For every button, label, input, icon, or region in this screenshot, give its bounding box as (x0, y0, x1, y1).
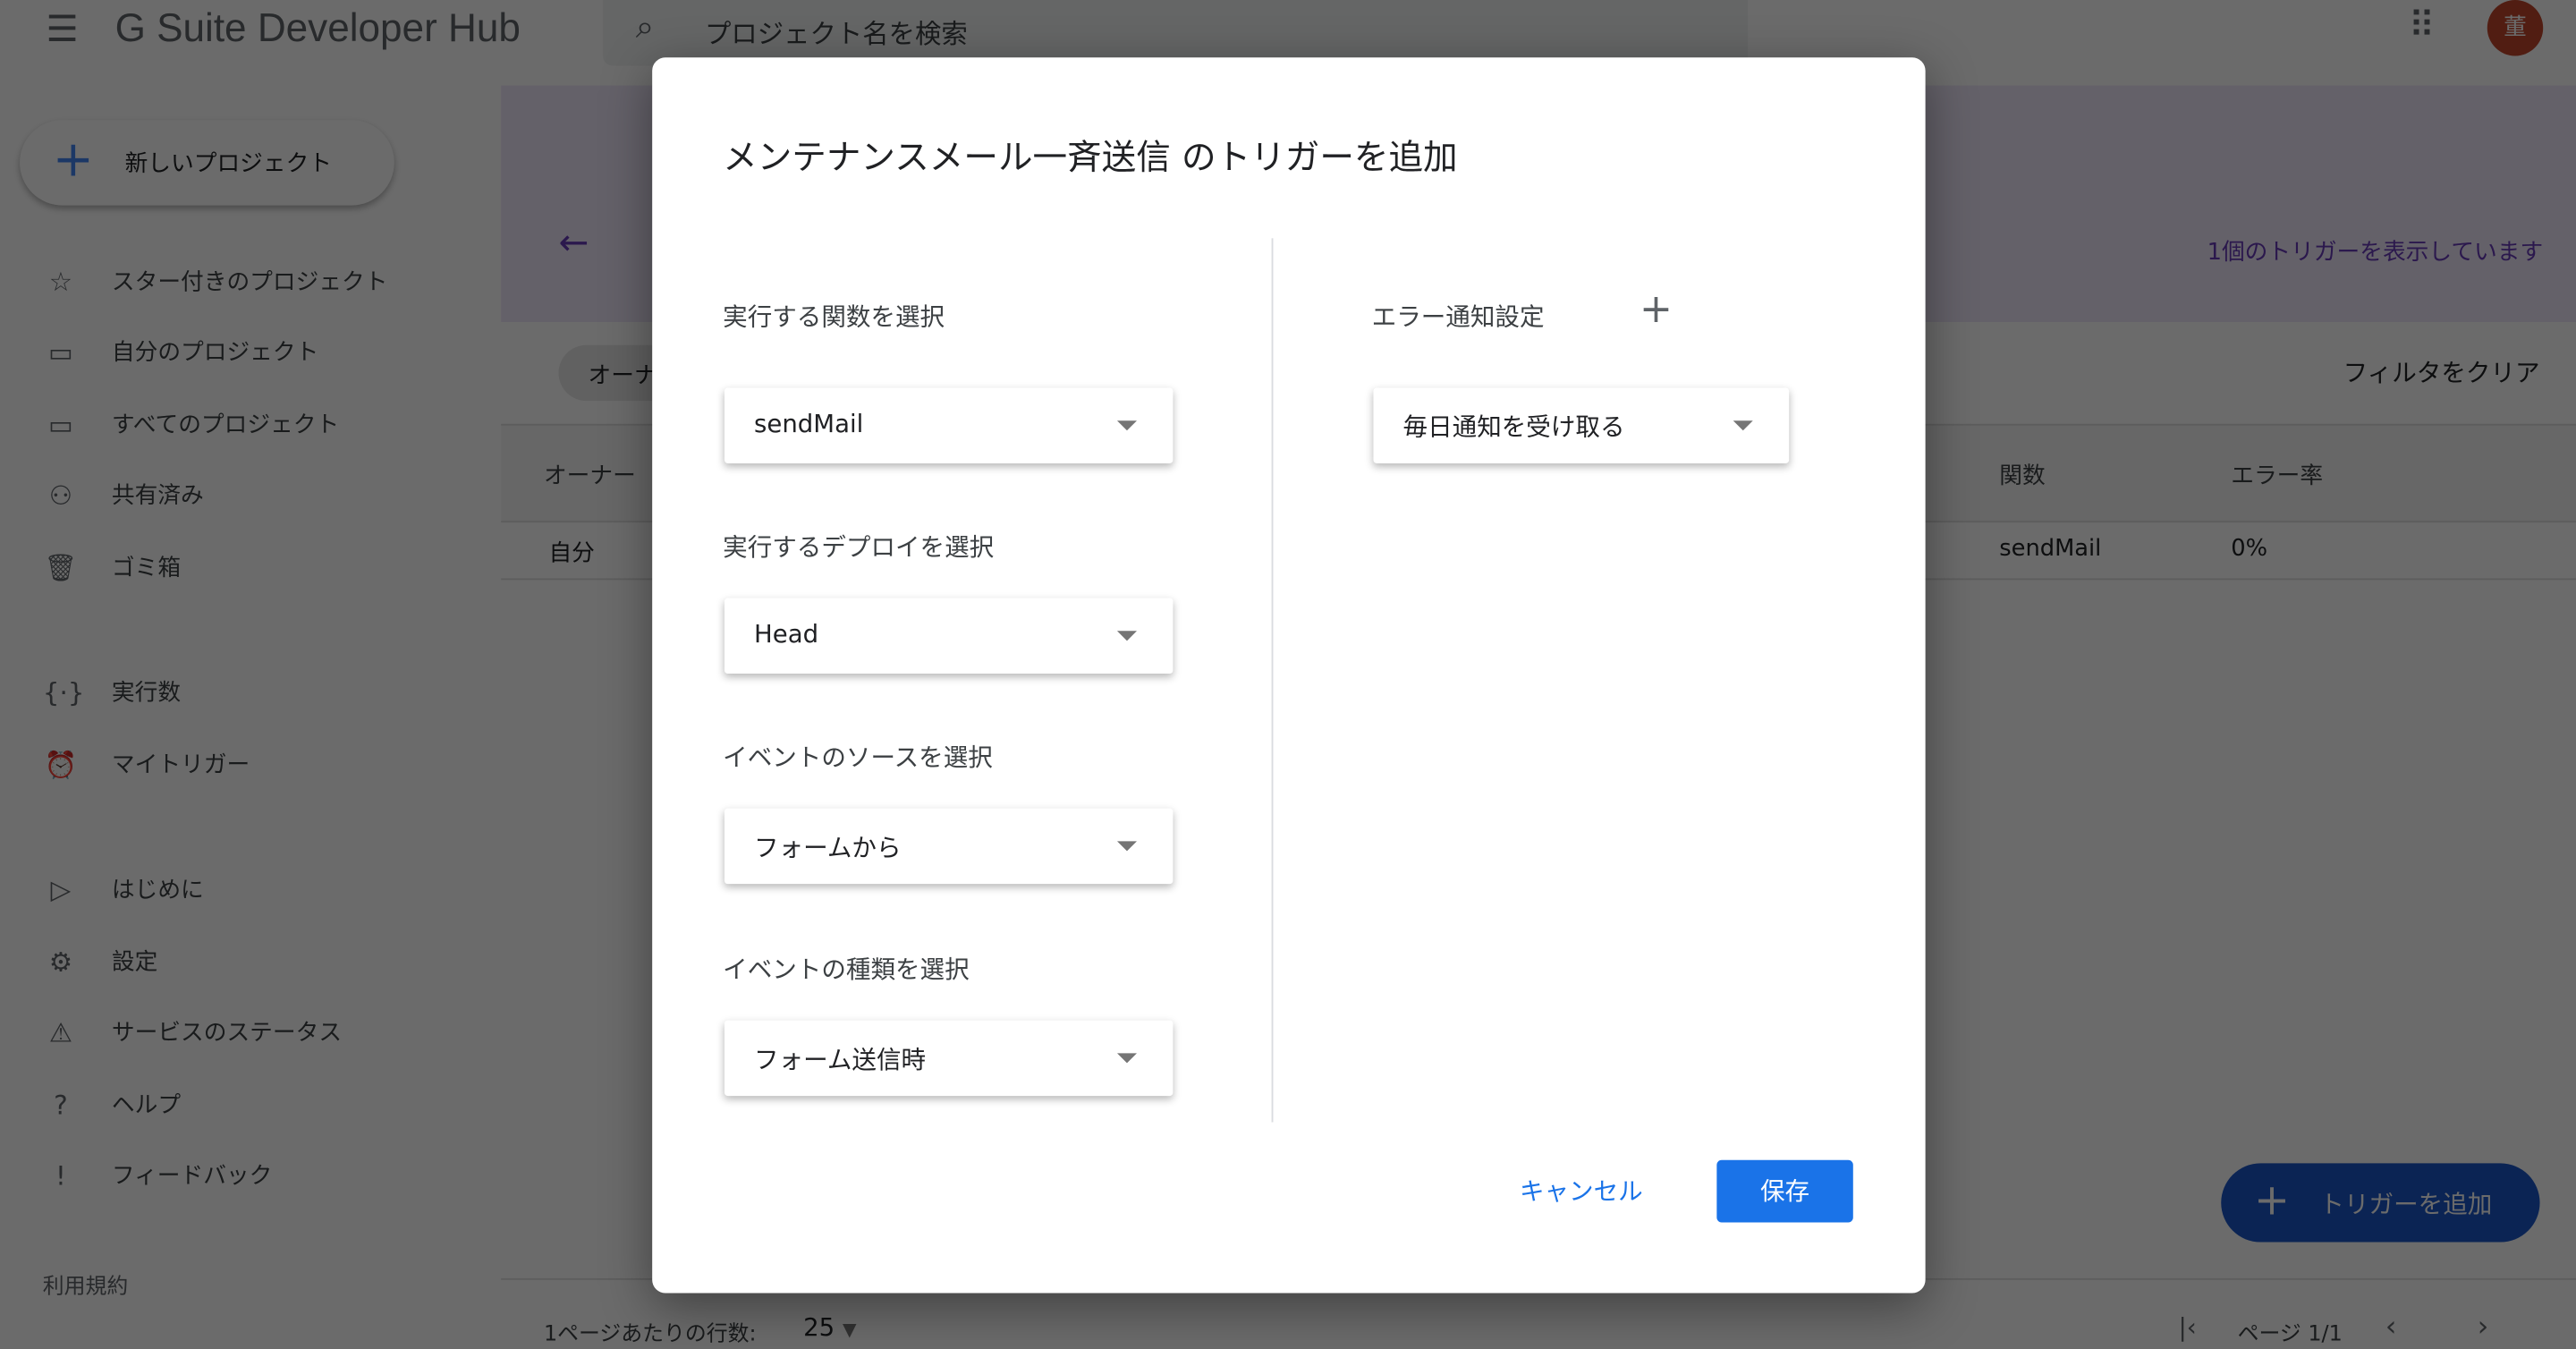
rows-per-page-label: 1ページあたりの行数: (543, 1322, 757, 1348)
dropdown-arrow-icon (1116, 631, 1137, 641)
search-placeholder: プロジェクト名を検索 (704, 18, 968, 50)
alarm-icon: ⏰ (44, 748, 78, 780)
sidebar-item-help[interactable]: ? ヘルプ (43, 1084, 181, 1124)
search-icon: ⌕ (635, 6, 655, 47)
sidebar-item-label: はじめに (111, 877, 204, 904)
function-value: sendMail (754, 409, 864, 439)
filter-chip-label: オーナ (588, 362, 657, 390)
function-select[interactable]: sendMail (724, 387, 1174, 463)
rows-per-page-select[interactable]: 25 ▼ (803, 1313, 856, 1343)
menu-icon[interactable]: ☰ (46, 10, 78, 51)
add-trigger-button[interactable]: + トリガーを追加 (2221, 1163, 2540, 1243)
add-notification-plus-icon[interactable]: + (1640, 286, 1673, 332)
sidebar-item-label: ゴミ箱 (111, 555, 182, 582)
cancel-button[interactable]: キャンセル (1520, 1173, 1643, 1208)
prev-page-icon[interactable]: ‹ (2385, 1311, 2397, 1345)
apps-grid-icon[interactable]: ⠿ (2409, 6, 2436, 47)
dropdown-arrow-icon (1116, 420, 1137, 431)
rows-per-page-value: 25 (803, 1312, 835, 1343)
add-trigger-dialog: メンテナンスメール一斉送信 のトリガーを追加 実行する関数を選択 sendMai… (652, 57, 1926, 1294)
trash-icon: 🗑 (44, 551, 78, 583)
sidebar-item-label: 自分のプロジェクト (111, 340, 319, 367)
dropdown-arrow-icon (1116, 1053, 1137, 1064)
save-button[interactable]: 保存 (1716, 1159, 1853, 1223)
add-trigger-label: トリガーを追加 (2319, 1189, 2493, 1219)
help-icon: ? (54, 1088, 68, 1120)
sidebar-item-service-status[interactable]: ⚠ サービスのステータス (43, 1012, 342, 1051)
page-indicator: ページ 1/1 (2237, 1322, 2343, 1348)
sidebar-item-label: 設定 (111, 949, 158, 976)
cell-error-rate: 0% (2231, 535, 2268, 563)
event-type-value: フォーム送信時 (754, 1045, 927, 1075)
sidebar-item-executions[interactable]: {·} 実行数 (43, 672, 181, 711)
sidebar-item-label: サービスのステータス (111, 1020, 343, 1047)
column-owner[interactable]: オーナー (544, 458, 636, 491)
sidebar-item-trash[interactable]: 🗑 ゴミ箱 (43, 547, 181, 587)
sidebar-item-shared[interactable]: ⚇ 共有済み (43, 475, 204, 514)
executions-icon: {·} (42, 675, 85, 708)
next-page-icon[interactable]: › (2478, 1311, 2489, 1345)
plus-icon: + (52, 131, 94, 190)
column-divider (1271, 238, 1274, 1123)
people-icon: ⚇ (48, 479, 73, 511)
cell-function: sendMail (1999, 535, 2102, 563)
deploy-label: 実行するデプロイを選択 (723, 532, 995, 563)
new-project-label: 新しいプロジェクト (124, 150, 333, 178)
star-icon: ☆ (48, 265, 73, 297)
event-type-label: イベントの種類を選択 (723, 954, 970, 985)
new-project-button[interactable]: + 新しいプロジェクト (20, 120, 394, 206)
dropdown-arrow-icon (1733, 420, 1753, 431)
error-notification-value: 毎日通知を受け取る (1402, 412, 1625, 443)
cell-owner: 自分 (548, 540, 595, 567)
sidebar-item-starred[interactable]: ☆ スター付きのプロジェクト (43, 261, 388, 301)
gear-icon: ⚙ (48, 946, 73, 977)
column-error-rate[interactable]: エラー率 (2231, 458, 2323, 491)
sidebar-item-feedback[interactable]: ! フィードバック (43, 1155, 273, 1194)
deploy-value: Head (754, 619, 819, 649)
sidebar-item-label: スター付きのプロジェクト (111, 269, 388, 296)
dialog-title: メンテナンスメール一斉送信 のトリガーを追加 (723, 138, 1458, 178)
sidebar-item-label: フィードバック (111, 1163, 273, 1190)
sidebar-item-settings[interactable]: ⚙ 設定 (43, 941, 158, 980)
search-input[interactable]: ⌕ プロジェクト名を検索 (603, 0, 1749, 66)
event-source-label: イベントのソースを選択 (723, 742, 993, 773)
plus-icon: + (2253, 1176, 2290, 1226)
function-label: 実行する関数を選択 (723, 301, 945, 333)
back-arrow-icon[interactable]: ← (558, 224, 589, 265)
play-icon: ▷ (50, 873, 72, 905)
sidebar-item-label: 実行数 (111, 680, 182, 707)
event-type-select[interactable]: フォーム送信時 (724, 1020, 1174, 1097)
folder-icon: ▭ (48, 335, 73, 368)
column-function[interactable]: 関数 (1999, 458, 2045, 491)
folder-icon: ▭ (48, 408, 73, 440)
error-notification-label: エラー通知設定 (1371, 301, 1545, 333)
dropdown-arrow-icon (1116, 841, 1137, 852)
sidebar-item-label: ヘルプ (111, 1092, 182, 1119)
event-source-select[interactable]: フォームから (724, 808, 1174, 885)
terms-link[interactable]: 利用規約 (43, 1268, 129, 1300)
sidebar-item-label: すべてのプロジェクト (111, 412, 340, 439)
feedback-icon: ! (55, 1158, 66, 1191)
deploy-select[interactable]: Head (724, 598, 1174, 674)
chevron-down-icon: ▼ (842, 1319, 857, 1341)
avatar[interactable]: 董 (2487, 0, 2544, 56)
sidebar-item-my-triggers[interactable]: ⏰ マイトリガー (43, 744, 250, 784)
warning-icon: ⚠ (48, 1015, 73, 1048)
trigger-count: 1個のトリガーを表示しています (2207, 240, 2544, 267)
error-notification-select[interactable]: 毎日通知を受け取る (1373, 387, 1790, 463)
sidebar-item-my-projects[interactable]: ▭ 自分のプロジェクト (43, 332, 319, 371)
sidebar-item-label: マイトリガー (111, 752, 250, 779)
sidebar-item-label: 共有済み (111, 482, 204, 510)
sidebar-item-getting-started[interactable]: ▷ はじめに (43, 870, 204, 909)
app-title[interactable]: G Suite Developer Hub (115, 6, 521, 52)
clear-filter-button[interactable]: フィルタをクリア (2343, 355, 2540, 390)
sidebar-item-all-projects[interactable]: ▭ すべてのプロジェクト (43, 404, 339, 444)
first-page-icon[interactable]: |‹ (2178, 1313, 2196, 1343)
event-source-value: フォームから (754, 833, 902, 863)
